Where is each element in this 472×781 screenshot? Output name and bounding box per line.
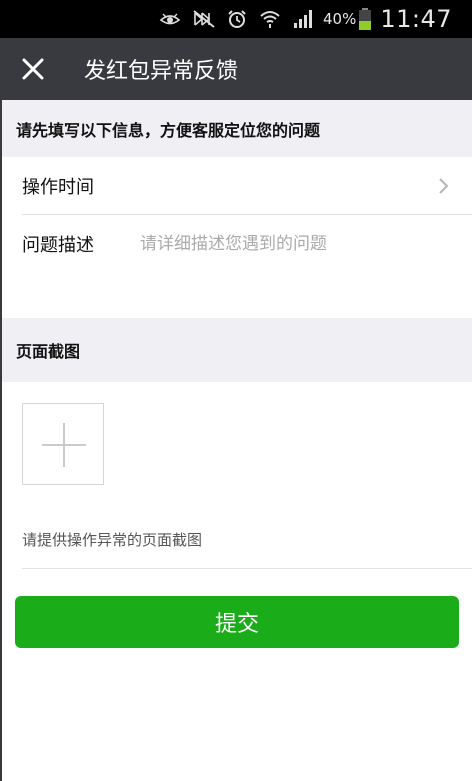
wifi-icon [259, 9, 281, 29]
chevron-right-icon [439, 178, 449, 194]
status-bar: 40% 11:47 [0, 0, 472, 38]
left-edge-shadow [0, 100, 2, 781]
submit-button[interactable]: 提交 [15, 596, 459, 648]
plus-icon-vertical [63, 423, 65, 467]
problem-description-label: 问题描述 [22, 235, 94, 256]
alarm-icon [227, 9, 247, 29]
screenshot-section-header: 页面截图 [0, 318, 472, 382]
operation-time-label: 操作时间 [22, 177, 94, 198]
mute-icon [193, 10, 215, 28]
battery-icon [358, 7, 372, 31]
battery-percent: 40% [322, 10, 357, 28]
screenshot-hint: 请提供操作异常的页面截图 [22, 531, 203, 549]
form-intro-header: 请先填写以下信息，方便客服定位您的问题 [0, 100, 472, 157]
page-title: 发红包异常反馈 [84, 59, 239, 84]
problem-description-row: 问题描述 [22, 215, 472, 273]
eye-icon [159, 11, 181, 27]
problem-description-input[interactable] [140, 234, 440, 254]
operation-time-row[interactable]: 操作时间 [22, 157, 472, 215]
title-bar: 发红包异常反馈 [0, 38, 472, 100]
clock: 11:47 [380, 5, 452, 33]
screenshot-section-title: 页面截图 [16, 342, 81, 361]
close-icon [22, 58, 44, 80]
signal-icon [293, 9, 315, 29]
hint-divider [22, 568, 472, 569]
form-intro-text: 请先填写以下信息，方便客服定位您的问题 [16, 120, 321, 140]
close-button[interactable] [2, 38, 64, 100]
add-screenshot-button[interactable] [22, 403, 104, 485]
